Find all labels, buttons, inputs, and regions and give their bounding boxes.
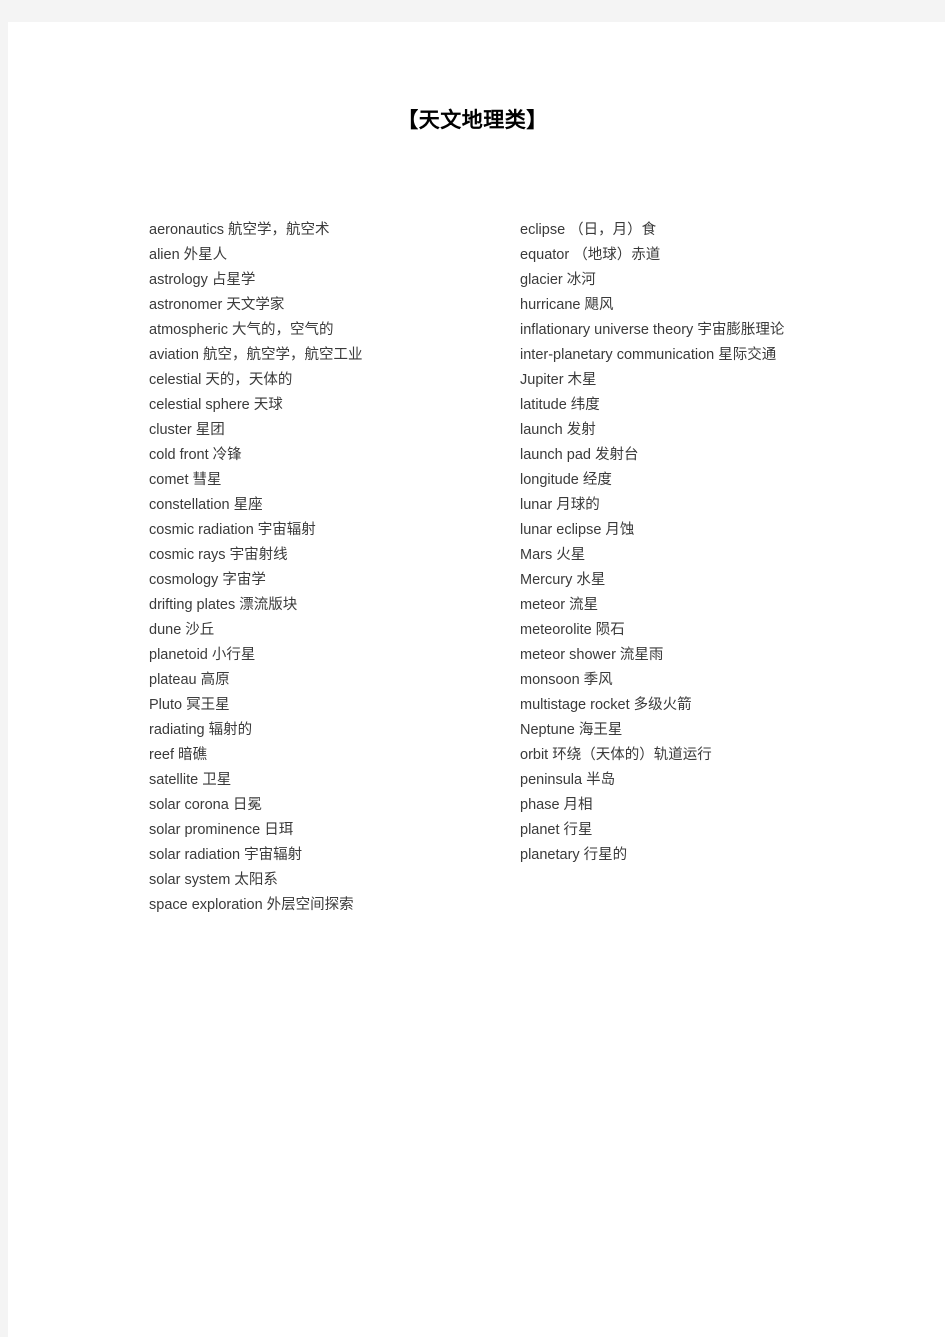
vocabulary-entry: phase 月相 xyxy=(520,797,593,813)
vocabulary-entry: space exploration 外层空间探索 xyxy=(149,897,354,913)
vocabulary-column-right: eclipse （日，月）食 equator （地球）赤道 glacier 冰河 hu… xyxy=(520,218,788,868)
vocabulary-entry: Jupiter 木星 xyxy=(520,372,597,388)
vocabulary-entry: comet 彗星 xyxy=(149,472,222,488)
vocabulary-entry: solar corona 日冕 xyxy=(149,797,262,813)
vocabulary-entry: dune 沙丘 xyxy=(149,622,215,638)
vocabulary-entry: solar prominence 日珥 xyxy=(149,822,294,838)
document-page: 【天文地理类】 aeronautics 航空学，航空术 alien 外星人 astr… xyxy=(8,22,945,1337)
vocabulary-entry: inflationary universe theory 宇宙膨胀理论 xyxy=(520,322,785,338)
vocabulary-entry: equator （地球）赤道 xyxy=(520,247,661,263)
vocabulary-entry: orbit 环绕（天体的）轨道运行 xyxy=(520,747,712,763)
vocabulary-entry: cosmic radiation 宇宙辐射 xyxy=(149,522,316,538)
vocabulary-entry: planetoid 小行星 xyxy=(149,647,256,663)
vocabulary-entry: satellite 卫星 xyxy=(149,772,232,788)
vocabulary-entry: longitude 经度 xyxy=(520,472,612,488)
vocabulary-entry: cold front 冷锋 xyxy=(149,447,242,463)
vocabulary-entry: monsoon 季风 xyxy=(520,672,613,688)
vocabulary-entry: reef 暗礁 xyxy=(149,747,208,763)
vocabulary-entry: aviation 航空，航空学，航空工业 xyxy=(149,347,363,363)
vocabulary-entry: multistage rocket 多级火箭 xyxy=(520,697,692,713)
vocabulary-entry: constellation 星座 xyxy=(149,497,263,513)
vocabulary-entry: alien 外星人 xyxy=(149,247,228,263)
vocabulary-entry: Mercury 水星 xyxy=(520,572,606,588)
vocabulary-entry: astronomer 天文学家 xyxy=(149,297,285,313)
vocabulary-entry: hurricane 飓风 xyxy=(520,297,614,313)
vocabulary-entry: launch pad 发射台 xyxy=(520,447,639,463)
vocabulary-entry: peninsula 半岛 xyxy=(520,772,616,788)
vocabulary-columns: aeronautics 航空学，航空术 alien 外星人 astrology 占星… xyxy=(8,218,945,978)
vocabulary-entry: solar system 太阳系 xyxy=(149,872,278,888)
vocabulary-entry: planetary 行星的 xyxy=(520,847,628,863)
vocabulary-entry: meteor shower 流星雨 xyxy=(520,647,664,663)
vocabulary-entry: cosmic rays 宇宙射线 xyxy=(149,547,288,563)
vocabulary-entry: lunar 月球的 xyxy=(520,497,600,513)
vocabulary-entry: atmospheric 大气的，空气的 xyxy=(149,322,334,338)
vocabulary-entry: celestial sphere 天球 xyxy=(149,397,283,413)
vocabulary-entry: Mars 火星 xyxy=(520,547,586,563)
vocabulary-entry: cluster 星团 xyxy=(149,422,225,438)
vocabulary-entry: solar radiation 宇宙辐射 xyxy=(149,847,303,863)
vocabulary-entry: drifting plates 漂流版块 xyxy=(149,597,298,613)
vocabulary-entry: Neptune 海王星 xyxy=(520,722,623,738)
vocabulary-entry: eclipse （日，月）食 xyxy=(520,222,657,238)
vocabulary-entry: aeronautics 航空学，航空术 xyxy=(149,222,330,238)
vocabulary-entry: launch 发射 xyxy=(520,422,596,438)
vocabulary-entry: meteorolite 陨石 xyxy=(520,622,625,638)
vocabulary-entry: celestial 天的，天体的 xyxy=(149,372,293,388)
vocabulary-entry: inter-planetary communication 星际交通 xyxy=(520,347,777,363)
vocabulary-entry: lunar eclipse 月蚀 xyxy=(520,522,635,538)
vocabulary-entry: astrology 占星学 xyxy=(149,272,256,288)
vocabulary-entry: Pluto 冥王星 xyxy=(149,697,230,713)
vocabulary-entry: latitude 纬度 xyxy=(520,397,600,413)
vocabulary-entry: plateau 高原 xyxy=(149,672,230,688)
vocabulary-entry: glacier 冰河 xyxy=(520,272,596,288)
vocabulary-entry: cosmology 字宙学 xyxy=(149,572,266,588)
page-title: 【天文地理类】 xyxy=(397,109,548,132)
vocabulary-entry: radiating 辐射的 xyxy=(149,722,253,738)
vocabulary-column-left: aeronautics 航空学，航空术 alien 外星人 astrology 占星… xyxy=(149,218,499,918)
vocabulary-entry: meteor 流星 xyxy=(520,597,599,613)
vocabulary-entry: planet 行星 xyxy=(520,822,593,838)
